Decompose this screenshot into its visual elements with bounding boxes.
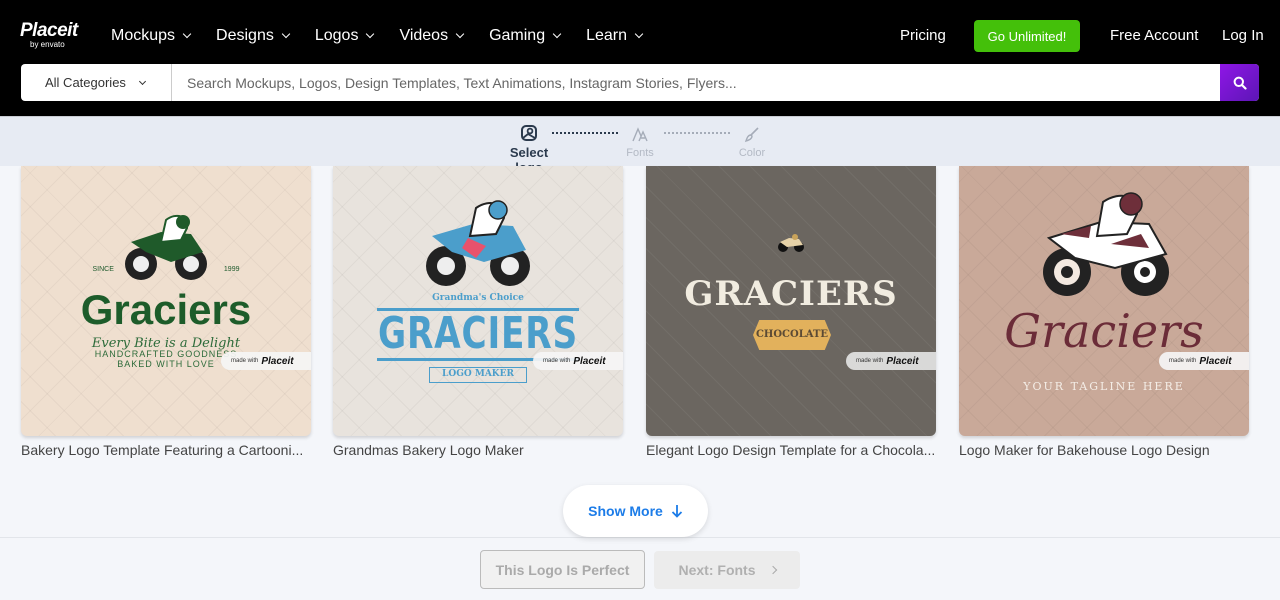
category-select[interactable]: All Categories — [21, 64, 172, 101]
step-label: Fonts — [626, 147, 654, 159]
category-select-value: All Categories — [45, 75, 126, 90]
placeit-logo[interactable]: Placeit by envato — [20, 20, 78, 49]
nav-logos[interactable]: Logos — [314, 24, 375, 48]
template-thumbnail[interactable]: SINCE 1999 Graciers Every Bite is a Delig… — [21, 166, 311, 436]
template-title[interactable]: Grandmas Bakery Logo Maker — [333, 442, 623, 458]
nav-label: Designs — [216, 27, 274, 44]
nav-designs[interactable]: Designs — [216, 24, 291, 48]
search-icon — [1233, 76, 1247, 90]
template-card[interactable]: Grandma's Choice GRACIERS LOGO MAKER mad… — [333, 166, 623, 458]
chevron-down-icon — [552, 29, 562, 39]
template-thumbnail[interactable]: GRACIERS CHOCOLATE made with Placeit — [646, 166, 936, 436]
this-logo-is-perfect-button[interactable]: This Logo Is Perfect — [480, 550, 645, 589]
motorcycle-rider-illustration — [125, 214, 207, 280]
show-more-button[interactable]: Show More — [563, 485, 708, 537]
nav-mockups[interactable]: Mockups — [111, 24, 192, 48]
template-thumbnail[interactable]: Graciers YOUR TAGLINE HERE made with Plac… — [959, 166, 1249, 436]
nav-label: Logos — [314, 27, 359, 44]
logo-brand: Placeit — [20, 20, 78, 41]
template-title[interactable]: Bakery Logo Template Featuring a Cartoon… — [21, 442, 311, 458]
nav-label: Gaming — [489, 27, 546, 44]
template-card[interactable]: SINCE 1999 Graciers Every Bite is a Delig… — [21, 166, 311, 458]
nav-label: Learn — [586, 27, 628, 44]
nav-learn[interactable]: Learn — [586, 24, 644, 48]
chevron-down-icon — [182, 29, 192, 39]
step-connector — [552, 132, 618, 134]
chevron-down-icon — [366, 29, 375, 39]
chevron-down-icon — [455, 29, 465, 39]
template-title[interactable]: Elegant Logo Design Template for a Choco… — [646, 442, 936, 458]
template-card[interactable]: GRACIERS CHOCOLATE made with Placeit Eleg… — [646, 166, 936, 458]
logo-name: Graciers — [80, 286, 252, 333]
nav-videos[interactable]: Videos — [399, 24, 465, 48]
chevron-right-icon — [768, 565, 777, 575]
motorcycle-rider-illustration — [1043, 192, 1169, 296]
login-link[interactable]: Log In — [1222, 27, 1264, 44]
chevron-down-icon — [138, 77, 146, 85]
go-unlimited-button[interactable]: Go Unlimited! — [974, 20, 1080, 52]
brush-icon — [744, 127, 759, 143]
show-more-label: Show More — [588, 503, 663, 519]
placeit-watermark: made with Placeit — [533, 352, 623, 370]
font-icon — [632, 127, 648, 142]
logo-ribbon: LOGO MAKER — [429, 367, 527, 383]
step-label: Color — [738, 147, 766, 159]
template-title[interactable]: Logo Maker for Bakehouse Logo Design — [959, 442, 1249, 458]
search-bar: All Categories — [21, 64, 1259, 101]
step-connector — [664, 132, 730, 134]
logo-name: Graciers — [1004, 304, 1204, 358]
logo-name: GRACIERS — [684, 274, 898, 314]
pricing-link[interactable]: Pricing — [900, 27, 946, 44]
step-fonts[interactable]: Fonts — [620, 125, 660, 159]
logo-since: SINCE — [92, 266, 114, 273]
main-nav: Mockups Designs Logos Videos Gaming Lear… — [111, 24, 668, 48]
logo-badge: CHOCOLATE — [753, 320, 831, 350]
placeit-watermark: made with Placeit — [846, 352, 936, 370]
arrow-down-icon — [671, 505, 682, 518]
free-account-link[interactable]: Free Account — [1110, 27, 1198, 44]
logo-top-line: Grandma's Choice — [432, 293, 524, 303]
next-fonts-button[interactable]: Next: Fonts — [654, 551, 800, 589]
nav-label: Videos — [399, 27, 449, 44]
step-color[interactable]: Color — [732, 125, 772, 159]
next-button-label: Next: Fonts — [678, 562, 756, 578]
motorcycle-rider-illustration — [778, 234, 804, 252]
placeit-watermark: made with Placeit — [221, 352, 311, 370]
step-progress: Select logo Fonts Color — [0, 116, 1280, 175]
template-card[interactable]: Graciers YOUR TAGLINE HERE made with Plac… — [959, 166, 1249, 458]
logo-year: 1999 — [223, 266, 240, 273]
nav-label: Mockups — [111, 27, 176, 44]
placeit-watermark: made with Placeit — [1159, 352, 1249, 370]
logo-tagline: YOUR TAGLINE HERE — [1023, 380, 1185, 393]
motorcycle-rider-illustration — [426, 200, 530, 286]
logo-image-icon — [521, 125, 537, 141]
chevron-down-icon — [634, 29, 644, 39]
search-input[interactable] — [172, 64, 1220, 101]
template-thumbnail[interactable]: Grandma's Choice GRACIERS LOGO MAKER mad… — [333, 166, 623, 436]
search-button[interactable] — [1220, 64, 1259, 101]
top-navigation-bar: Placeit by envato Mockups Designs Logos … — [0, 0, 1280, 116]
chevron-down-icon — [281, 29, 291, 39]
logo-byline: by envato — [30, 40, 65, 49]
nav-gaming[interactable]: Gaming — [489, 24, 562, 48]
